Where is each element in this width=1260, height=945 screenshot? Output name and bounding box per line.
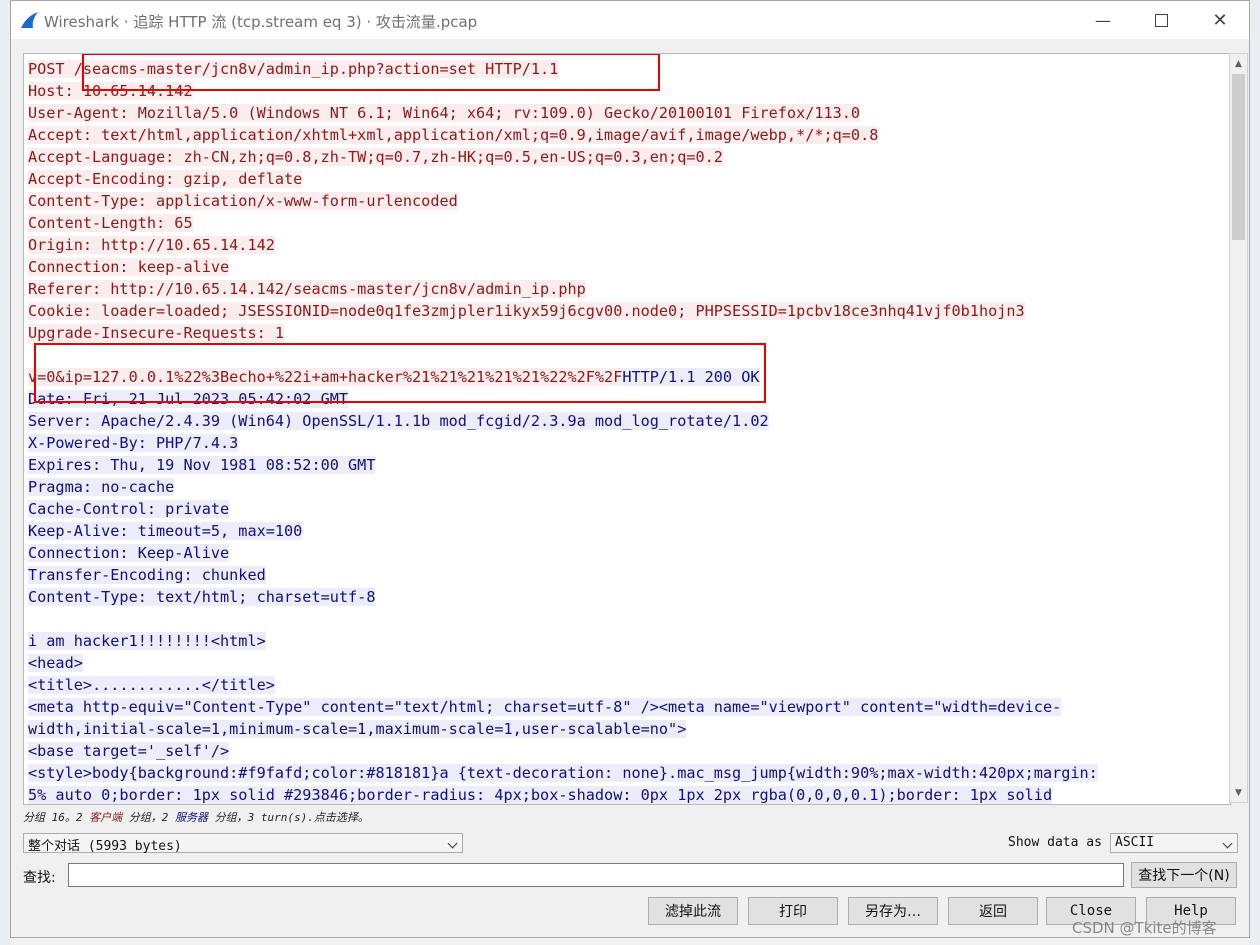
scrollbar-thumb[interactable]: [1232, 74, 1245, 240]
server-text: <meta http-equiv="Content-Type" content=…: [28, 698, 1062, 716]
server-text: Server: Apache/2.4.39 (Win64) OpenSSL/1.…: [28, 412, 769, 430]
stream-line: width,initial-scale=1,minimum-scale=1,ma…: [28, 718, 1218, 740]
stream-line: <base target='_self'/>: [28, 740, 1218, 762]
stream-line: Pragma: no-cache: [28, 476, 1218, 498]
client-text: Origin: http://10.65.14.142: [28, 236, 275, 254]
scroll-up-arrow-icon[interactable]: ▲: [1230, 54, 1247, 73]
conversation-select-value: 整个对话 (5993 bytes): [28, 839, 182, 854]
stream-line: Connection: Keep-Alive: [28, 542, 1218, 564]
info-server-label: 服务器: [175, 811, 208, 824]
stream-line: Content-Length: 65: [28, 212, 1218, 234]
find-input[interactable]: [68, 863, 1124, 887]
server-text: Cache-Control: private: [28, 500, 230, 518]
show-data-select-value: ASCII: [1115, 835, 1155, 850]
stream-line: <style>body{background:#f9fafd;color:#81…: [28, 762, 1218, 784]
watermark: CSDN @Tkite的博客: [1072, 919, 1217, 937]
stream-line: Accept-Encoding: gzip, deflate: [28, 168, 1218, 190]
server-text: Expires: Thu, 19 Nov 1981 08:52:00 GMT: [28, 456, 376, 474]
stream-line: Cookie: loader=loaded; JSESSIONID=node0q…: [28, 300, 1218, 322]
filter-out-stream-button[interactable]: 滤掉此流: [648, 897, 738, 925]
stream-content-pane[interactable]: POST /seacms-master/jcn8v/admin_ip.php?a…: [23, 53, 1231, 805]
info-prefix: 分组 16。2: [23, 811, 90, 824]
close-icon: ✕: [1212, 9, 1228, 31]
highlight-box-request-line: [82, 54, 660, 91]
stream-info-bar: 分组 16。2 客户端 分组，2 服务器 分组，3 turn(s).点击选择。: [23, 809, 369, 825]
maximize-icon: [1154, 13, 1168, 27]
client-text: Upgrade-Insecure-Requests: 1: [28, 324, 285, 342]
server-text: Content-Type: text/html; charset=utf-8: [28, 588, 376, 606]
server-text: Keep-Alive: timeout=5, max=100: [28, 522, 303, 540]
server-text: i am hacker1!!!!!!!!<html>: [28, 632, 266, 650]
client-text: Referer: http://10.65.14.142/seacms-mast…: [28, 280, 586, 298]
stream-line: Server: Apache/2.4.39 (Win64) OpenSSL/1.…: [28, 410, 1218, 432]
stream-text[interactable]: POST /seacms-master/jcn8v/admin_ip.php?a…: [28, 58, 1218, 804]
client-text: User-Agent: Mozilla/5.0 (Windows NT 6.1;…: [28, 104, 861, 122]
back-button[interactable]: 返回: [948, 897, 1038, 925]
minimize-button[interactable]: —: [1074, 1, 1132, 39]
client-text: Accept-Encoding: gzip, deflate: [28, 170, 303, 188]
stream-line: Content-Type: text/html; charset=utf-8: [28, 586, 1218, 608]
client-text: Content-Length: 65: [28, 214, 193, 232]
stream-line: User-Agent: Mozilla/5.0 (Windows NT 6.1;…: [28, 102, 1218, 124]
server-text: Connection: Keep-Alive: [28, 544, 230, 562]
server-text: Pragma: no-cache: [28, 478, 175, 496]
background-window-edge: [0, 0, 10, 945]
chevron-down-icon: [1222, 838, 1233, 849]
stream-line: Upgrade-Insecure-Requests: 1: [28, 322, 1218, 344]
server-text: <title>............</title>: [28, 676, 275, 694]
stream-line: Expires: Thu, 19 Nov 1981 08:52:00 GMT: [28, 454, 1218, 476]
stream-line: X-Powered-By: PHP/7.4.3: [28, 432, 1218, 454]
scroll-down-arrow-icon[interactable]: ▼: [1230, 783, 1247, 802]
close-window-button[interactable]: ✕: [1191, 1, 1249, 39]
find-label: 查找:: [23, 870, 56, 886]
server-text: X-Powered-By: PHP/7.4.3: [28, 434, 239, 452]
conversation-select[interactable]: 整个对话 (5993 bytes): [23, 833, 463, 854]
server-text: width,initial-scale=1,minimum-scale=1,ma…: [28, 720, 687, 738]
stream-line: i am hacker1!!!!!!!!<html>: [28, 630, 1218, 652]
info-middle: 分组，2: [122, 811, 175, 824]
show-data-label: Show data as: [1008, 835, 1102, 850]
minimize-icon: —: [1095, 10, 1111, 30]
server-text: <head>: [28, 654, 83, 672]
follow-stream-dialog: Wireshark · 追踪 HTTP 流 (tcp.stream eq 3) …: [10, 0, 1250, 938]
find-next-button[interactable]: 查找下一个(N): [1131, 862, 1237, 888]
print-button[interactable]: 打印: [748, 897, 838, 925]
client-text: Content-Type: application/x-www-form-url…: [28, 192, 458, 210]
stream-line: <title>............</title>: [28, 674, 1218, 696]
info-client-label: 客户端: [89, 811, 123, 824]
stream-line: <head>: [28, 652, 1218, 674]
title-bar: Wireshark · 追踪 HTTP 流 (tcp.stream eq 3) …: [11, 1, 1249, 39]
server-text: <base target='_self'/>: [28, 742, 230, 760]
info-suffix: 分组，3 turn(s).点击选择。: [208, 811, 369, 824]
background-window-edge: [1250, 0, 1260, 945]
show-data-select[interactable]: ASCII: [1110, 833, 1238, 853]
client-text: Connection: keep-alive: [28, 258, 230, 276]
stream-line: Accept-Language: zh-CN,zh;q=0.8,zh-TW;q=…: [28, 146, 1218, 168]
server-text: Transfer-Encoding: chunked: [28, 566, 266, 584]
stream-line: Origin: http://10.65.14.142: [28, 234, 1218, 256]
maximize-button[interactable]: [1132, 1, 1190, 39]
stream-line: Cache-Control: private: [28, 498, 1218, 520]
stream-line: <meta http-equiv="Content-Type" content=…: [28, 696, 1218, 718]
vertical-scrollbar[interactable]: ▲ ▼: [1229, 53, 1248, 803]
client-text: Accept: text/html,application/xhtml+xml,…: [28, 126, 879, 144]
stream-line: 5% auto 0;border: 1px solid #293846;bord…: [28, 784, 1218, 804]
window-title: Wireshark · 追踪 HTTP 流 (tcp.stream eq 3) …: [44, 13, 478, 31]
client-text: Accept-Language: zh-CN,zh;q=0.8,zh-TW;q=…: [28, 148, 723, 166]
client-text: Cookie: loader=loaded; JSESSIONID=node0q…: [28, 302, 1025, 320]
stream-line: Transfer-Encoding: chunked: [28, 564, 1218, 586]
stream-line: [28, 608, 1218, 630]
highlight-box-payload: [34, 343, 766, 403]
stream-line: Accept: text/html,application/xhtml+xml,…: [28, 124, 1218, 146]
stream-line: Keep-Alive: timeout=5, max=100: [28, 520, 1218, 542]
stream-line: Connection: keep-alive: [28, 256, 1218, 278]
stream-line: Content-Type: application/x-www-form-url…: [28, 190, 1218, 212]
stream-line: Referer: http://10.65.14.142/seacms-mast…: [28, 278, 1218, 300]
save-as-button[interactable]: 另存为…: [848, 897, 938, 925]
chevron-down-icon: [447, 838, 458, 849]
wireshark-fin-icon: [21, 12, 38, 28]
server-text: 5% auto 0;border: 1px solid #293846;bord…: [28, 786, 1053, 804]
server-text: <style>body{background:#f9fafd;color:#81…: [28, 764, 1098, 782]
